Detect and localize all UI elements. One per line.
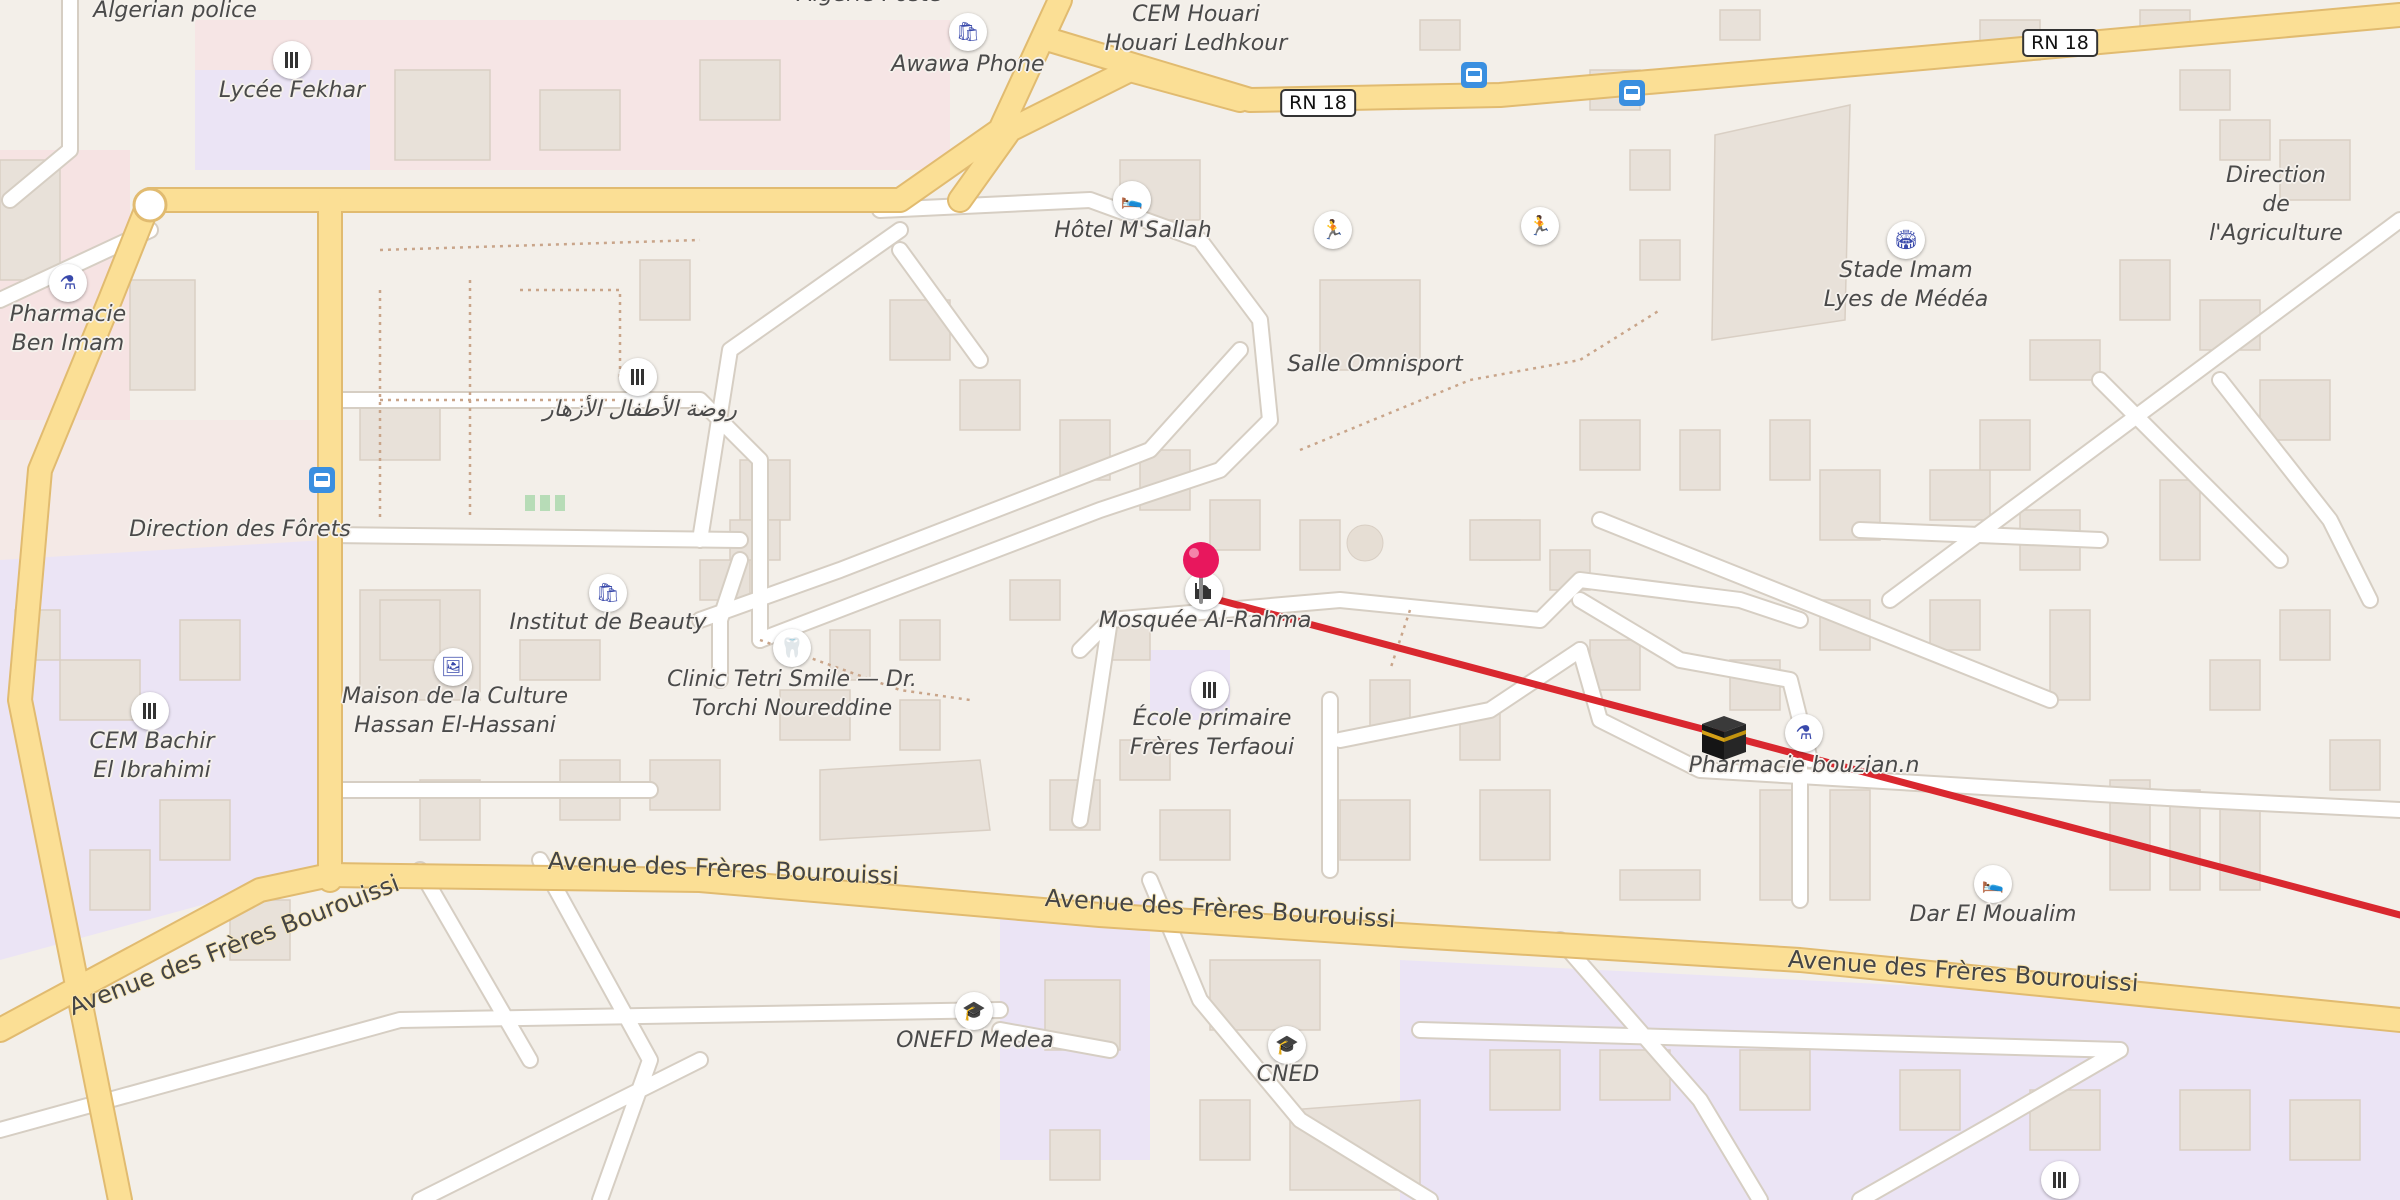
label-dar-el-moualim: Dar El Moualim xyxy=(1909,902,2077,927)
picture-icon[interactable]: 🖼 xyxy=(434,648,472,686)
pharmacy-icon[interactable]: ⚗ xyxy=(1785,714,1823,752)
label-maison-culture: Maison de la Culture Hassan El-Hassani xyxy=(341,684,569,738)
label-direction-agriculture: Direction de l'Agriculture xyxy=(2209,163,2343,246)
label-cem-houari: CEM Houari Houari Ledhkour xyxy=(1104,2,1288,56)
tooth-icon[interactable]: 🦷 xyxy=(773,629,811,667)
bed-icon[interactable]: 🛌 xyxy=(1974,865,2012,903)
stadium-icon[interactable]: 🏟 xyxy=(1887,221,1925,259)
running-person-icon[interactable]: 🏃 xyxy=(1521,207,1559,245)
label-cem-bachir: CEM Bachir El Ibrahimi xyxy=(89,729,215,783)
label-institut-beauty: Institut de Beauty xyxy=(509,610,707,635)
label-direction-forets: Direction des Fôrets xyxy=(129,517,351,542)
label-algerian-police: Algerian police xyxy=(93,0,257,23)
rn18-shield-2: RN 18 xyxy=(2022,29,2098,57)
bus-stop-icon[interactable] xyxy=(309,467,335,493)
label-hotel-msallah: Hôtel M'Sallah xyxy=(1054,218,1212,243)
label-algerie-poste: Algérie Poste xyxy=(798,0,943,9)
label-ecole-primaire: École primaire Frères Terfaoui xyxy=(1129,706,1295,760)
pharmacy-icon[interactable]: ⚗ xyxy=(49,264,87,302)
park-marks xyxy=(525,495,565,511)
label-awawa-phone: Awawa Phone xyxy=(891,52,1045,77)
bus-stop-icon[interactable] xyxy=(1619,80,1645,106)
label-mosquee: Mosquée Al-Rahma xyxy=(1098,608,1312,633)
shopping-bag-icon[interactable]: 🛍 xyxy=(949,13,987,51)
school-icon[interactable] xyxy=(131,692,169,730)
school-icon[interactable] xyxy=(2041,1161,2079,1199)
label-pharmacie-ben-imam: Pharmacie Ben Imam xyxy=(9,302,127,356)
label-onefd: ONEFD Medea xyxy=(896,1028,1054,1053)
rn18-shield-1: RN 18 xyxy=(1280,89,1356,117)
kaaba-icon[interactable] xyxy=(1696,708,1752,764)
graduation-cap-icon[interactable]: 🎓 xyxy=(1268,1026,1306,1064)
label-stade-imam: Stade Imam Lyes de Médéa xyxy=(1823,258,1989,312)
graduation-cap-icon[interactable]: 🎓 xyxy=(955,992,993,1030)
running-person-icon[interactable]: 🏃 xyxy=(1314,211,1352,249)
bed-icon[interactable]: 🛌 xyxy=(1113,181,1151,219)
map-view[interactable]: Avenue des Frères Bourouissi Avenue des … xyxy=(0,0,2400,1200)
label-clinic: Clinic Tetri Smile — Dr. Torchi Noureddi… xyxy=(667,667,917,721)
school-icon[interactable] xyxy=(619,358,657,396)
label-lycee-fekhar: Lycée Fekhar xyxy=(218,78,366,103)
bus-stop-icon[interactable] xyxy=(1461,62,1487,88)
school-icon[interactable] xyxy=(273,41,311,79)
label-salle-omnisport: Salle Omnisport xyxy=(1287,352,1463,377)
label-cned: CNED xyxy=(1256,1062,1320,1087)
location-pin-icon[interactable] xyxy=(1179,540,1223,610)
shopping-bag-icon[interactable]: 🛍 xyxy=(589,574,627,612)
label-rawdat: روضة الأطفال الأزهار xyxy=(543,397,737,422)
